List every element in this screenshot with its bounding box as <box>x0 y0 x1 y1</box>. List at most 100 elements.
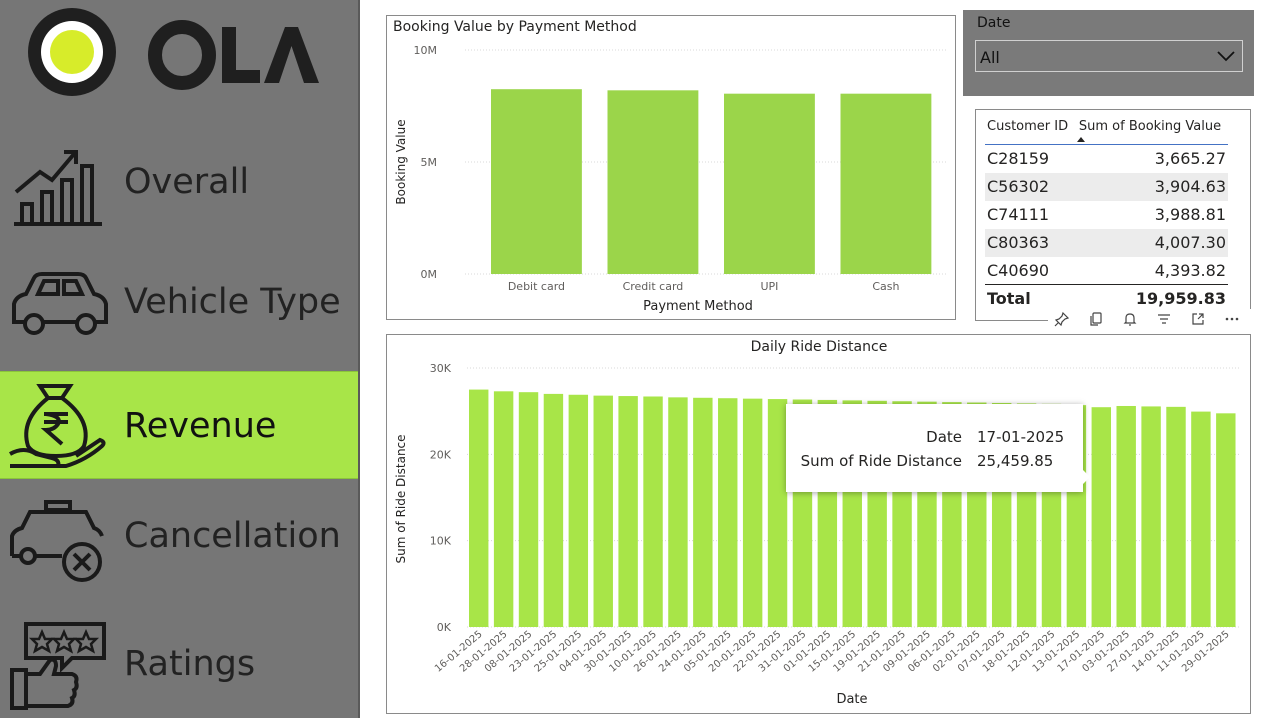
booking-value-cell: 3,904.63 <box>1072 172 1228 201</box>
slicer-title: Date <box>977 15 1011 31</box>
x-tick-label: Debit card <box>508 280 565 293</box>
bar <box>607 90 699 274</box>
column-header-booking-value[interactable]: Sum of Booking Value <box>1072 116 1228 145</box>
nav-item-cancellation[interactable]: Cancellation <box>0 482 358 590</box>
bar <box>543 393 564 627</box>
bar <box>469 389 489 627</box>
booking-value-bar-chart: 0M 5M 10M Debit card Credit card UPI Cash Payme… <box>394 44 947 314</box>
chart-title: Daily Ride Distance <box>751 339 888 355</box>
bar <box>1216 413 1236 627</box>
nav-label: Revenue <box>124 406 277 446</box>
sort-ascending-icon <box>1076 137 1085 142</box>
nav-label: Overall <box>124 162 250 202</box>
y-tick-label: 0K <box>437 621 452 634</box>
bar <box>491 89 582 274</box>
x-tick-label: Cash <box>872 280 899 293</box>
y-axis-title: Booking Value <box>394 119 408 204</box>
booking-value-cell: 3,665.27 <box>1154 149 1226 169</box>
x-tick-label: Credit card <box>623 280 684 293</box>
date-slicer: Date All <box>963 10 1254 96</box>
tooltip-metric-value: 25,459.85 <box>977 452 1054 470</box>
column-header-label: Sum of Booking Value <box>1078 119 1222 134</box>
y-tick-label: 10K <box>430 535 452 548</box>
bar <box>767 399 788 627</box>
daily-ride-distance-bar-chart: Daily Ride Distance0K10K20K30K16-01-2025… <box>394 339 1239 707</box>
daily-ride-distance-chart[interactable]: Daily Ride Distance 0K 10K 20K 30K 16-01-2025… <box>386 334 1251 714</box>
bar <box>718 398 738 627</box>
taxi-cancel-icon <box>10 500 104 582</box>
visual-header-toolbar <box>1048 309 1252 329</box>
nav-item-revenue[interactable]: Revenue <box>0 371 358 479</box>
table-row[interactable]: C74111 3,988.81 <box>985 201 1228 229</box>
booking-value-cell: 3,988.81 <box>1154 205 1226 224</box>
bar <box>724 93 815 275</box>
bar <box>668 397 688 627</box>
nav-label: Vehicle Type <box>124 282 341 322</box>
tooltip-metric-label: Sum of Ride Distance <box>800 452 962 470</box>
x-tick-label: UPI <box>760 280 778 293</box>
y-tick-label: 10M <box>414 44 438 57</box>
car-icon <box>12 272 108 335</box>
bar <box>1191 411 1211 627</box>
date-dropdown[interactable]: All <box>975 40 1243 72</box>
bar <box>1116 405 1136 627</box>
pin-icon[interactable] <box>1054 311 1070 327</box>
y-tick-label: 5M <box>421 156 438 169</box>
bell-icon[interactable] <box>1122 311 1138 327</box>
booking-value-cell: 4,393.82 <box>1154 260 1226 280</box>
customer-booking-table: Customer ID Sum of Booking Value C28159 … <box>975 109 1251 321</box>
x-axis-title: Date <box>836 692 867 707</box>
table-row[interactable]: C56302 3,904.63 <box>985 172 1228 201</box>
filter-icon[interactable] <box>1156 311 1172 327</box>
bar <box>493 391 514 627</box>
customer-id-cell: C56302 <box>985 172 1073 201</box>
y-tick-label: 0M <box>421 268 438 281</box>
growth-chart-icon <box>14 150 102 226</box>
nav-label: Ratings <box>124 644 256 684</box>
ola-logo <box>28 8 319 96</box>
chevron-down-icon <box>1217 51 1235 62</box>
more-options-icon[interactable] <box>1224 311 1240 327</box>
nav-item-ratings[interactable]: Ratings <box>0 610 358 718</box>
tooltip-date-value: 17-01-2025 <box>977 428 1065 446</box>
table-row[interactable]: C80363 4,007.30 <box>985 228 1228 257</box>
table-row[interactable]: C28159 3,665.27 <box>985 145 1228 173</box>
nav-item-overall[interactable]: Overall <box>0 128 358 236</box>
column-header-customer-id[interactable]: Customer ID <box>985 116 1073 145</box>
bar <box>618 396 638 627</box>
bar <box>1091 407 1112 627</box>
booking-value-chart[interactable]: Booking Value by Payment Method 0M 5M 10M D… <box>386 15 956 320</box>
sidebar-nav: Overall Vehicle Type Revenue Cancellatio… <box>0 0 360 718</box>
bar <box>568 394 589 627</box>
y-axis-title: Sum of Ride Distance <box>394 434 408 563</box>
bar <box>593 395 613 627</box>
x-axis-title: Payment Method <box>643 299 753 314</box>
bar <box>742 398 763 627</box>
nav-item-vehicle-type[interactable]: Vehicle Type <box>0 248 358 356</box>
customer-id-cell: C74111 <box>987 205 1050 224</box>
bar <box>1166 406 1186 627</box>
booking-table: Customer ID Sum of Booking Value C28159 … <box>985 116 1228 313</box>
table-header-row: Customer ID Sum of Booking Value <box>985 116 1228 145</box>
nav-label: Cancellation <box>124 516 341 556</box>
tooltip-date-label: Date <box>926 428 962 446</box>
bar <box>518 392 539 627</box>
customer-id-cell: C80363 <box>985 228 1073 257</box>
y-tick-label: 30K <box>430 362 452 375</box>
thumbs-up-stars-icon <box>10 622 106 710</box>
money-bag-rupee-icon <box>9 384 106 468</box>
copy-icon[interactable] <box>1088 311 1104 327</box>
bar <box>693 397 713 627</box>
bar <box>1141 406 1161 627</box>
y-tick-label: 20K <box>430 448 452 461</box>
slicer-selected-value: All <box>980 48 1000 67</box>
bar <box>840 93 932 275</box>
chart-tooltip: Date 17-01-2025 Sum of Ride Distance 25,… <box>786 404 1083 492</box>
focus-mode-icon[interactable] <box>1190 311 1206 327</box>
booking-value-cell: 4,007.30 <box>1072 228 1228 257</box>
customer-id-cell: C40690 <box>987 260 1050 280</box>
tooltip-pointer <box>1081 468 1090 486</box>
bar <box>643 396 663 627</box>
customer-id-cell: C28159 <box>987 149 1050 169</box>
table-row[interactable]: C40690 4,393.82 <box>985 257 1228 285</box>
